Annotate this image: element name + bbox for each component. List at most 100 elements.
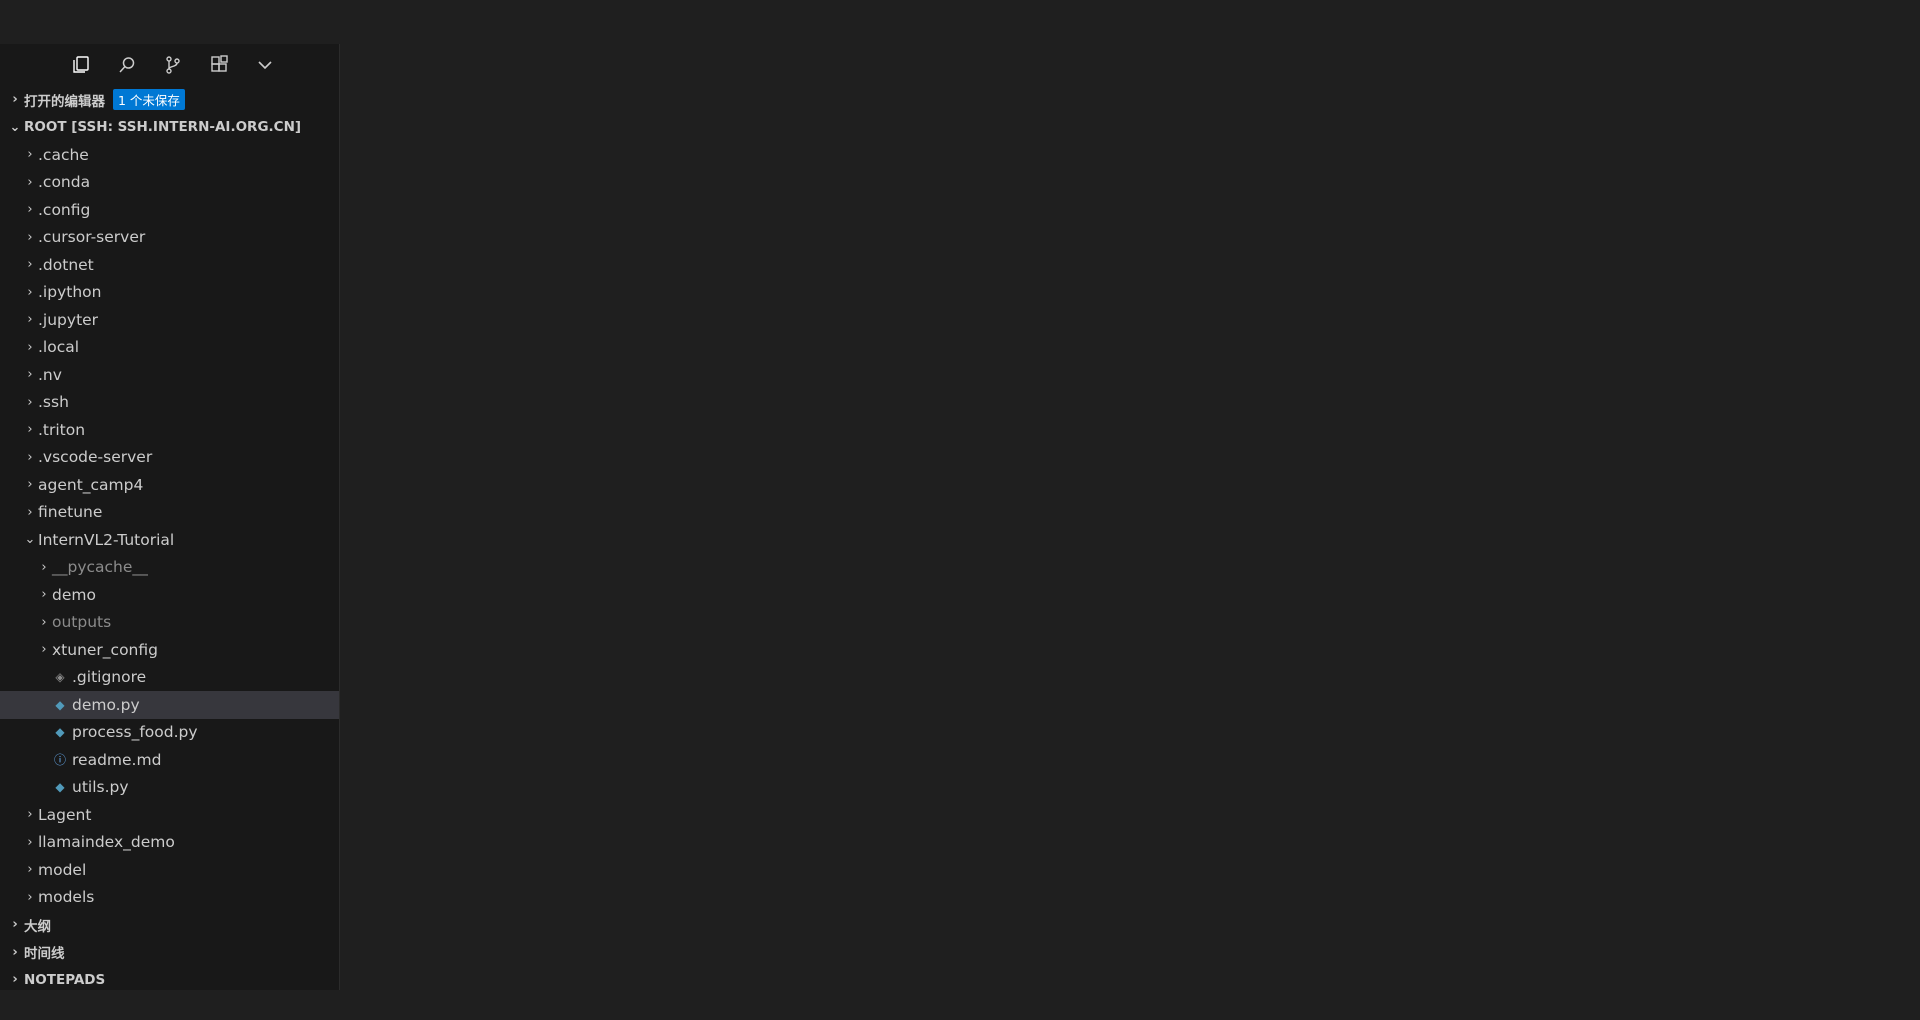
tree-item-label: .config [38,200,91,219]
folder-row[interactable]: › xtuner_config [0,636,339,664]
tree-item-label: .vscode-server [38,448,153,467]
folder-row[interactable]: › Lagent [0,801,339,829]
unsaved-badge: 1 个未保存 [113,89,185,111]
chevron-right-icon: › [27,202,33,218]
chevron-right-icon: › [12,92,18,108]
python-file-icon: ◆ [55,697,65,712]
section-outline-label: 大纲 [24,918,51,935]
folder-row[interactable]: › agent_camp4 [0,471,339,499]
folder-row[interactable]: › model [0,856,339,884]
section-notepads-label: NOTEPADS [24,971,106,988]
section-root-label: ROOT [SSH: SSH.INTERN-AI.ORG.CN] [24,119,302,136]
chevron-right-icon: › [41,587,47,603]
file-row[interactable]: ◆ utils.py [0,774,339,802]
chevron-right-icon: › [27,422,33,438]
folder-row[interactable]: ⌄ InternVL2-Tutorial [0,526,339,554]
tree-item-label: .ipython [38,283,102,302]
folder-row[interactable]: › .cache [0,141,339,169]
search-icon[interactable] [114,52,140,78]
chevron-down-icon: ⌄ [9,119,21,135]
chevron-right-icon: › [27,394,33,410]
section-notepads[interactable]: › NOTEPADS [0,966,339,990]
tree-item-label: demo.py [72,695,140,714]
tree-item-label: model [38,860,87,879]
chevron-right-icon: › [12,972,18,988]
folder-row[interactable]: › .conda [0,169,339,197]
folder-row[interactable]: › .jupyter [0,306,339,334]
chevron-right-icon: › [27,367,33,383]
tree-item-label: .cursor-server [38,228,146,247]
folder-row[interactable]: › models [0,884,339,912]
python-file-icon: ◆ [55,725,65,740]
section-timeline[interactable]: › 时间线 [0,939,339,967]
folder-row[interactable]: › .cursor-server [0,224,339,252]
chevron-right-icon: › [12,944,18,960]
tree-item-label: process_food.py [72,723,198,742]
chevron-right-icon: › [27,147,33,163]
chevron-right-icon: › [27,807,33,823]
folder-row[interactable]: › .nv [0,361,339,389]
section-root[interactable]: ⌄ ROOT [SSH: SSH.INTERN-AI.ORG.CN] [0,114,339,142]
tree-item-label: .triton [38,420,86,439]
section-open-editors-label: 打开的编辑器 [24,93,105,110]
chevron-right-icon: › [27,449,33,465]
file-tree: › .cache › .conda › .config › .cursor-server › .d… [0,141,339,911]
file-row[interactable]: ◈ .gitignore [0,664,339,692]
tree-item-label: .ssh [38,393,69,412]
sidebar-actionbar [0,44,339,86]
section-outline[interactable]: › 大纲 [0,911,339,939]
tree-item-label: models [38,888,95,907]
chevron-right-icon: › [27,174,33,190]
section-open-editors[interactable]: › 打开的编辑器 1 个未保存 [0,86,339,114]
folder-row[interactable]: › llamaindex_demo [0,829,339,857]
tree-item-label: readme.md [72,750,162,769]
chevron-right-icon: › [27,229,33,245]
explorer-icon[interactable] [68,52,94,78]
chevron-down-icon[interactable] [252,52,278,78]
tree-item-label: xtuner_config [52,640,158,659]
tree-item-label: .cache [38,145,89,164]
chevron-right-icon: › [27,312,33,328]
chevron-right-icon: › [27,862,33,878]
tree-item-label: Lagent [38,805,92,824]
folder-row[interactable]: › .triton [0,416,339,444]
folder-row[interactable]: › __pycache__ [0,554,339,582]
tree-item-label: .conda [38,173,91,192]
tree-item-label: utils.py [72,778,129,797]
file-row[interactable]: ◆ process_food.py [0,719,339,747]
explorer-sidebar: › 打开的编辑器 1 个未保存 ⌄ ROOT [SSH: SSH.INTERN-… [0,44,340,990]
folder-row[interactable]: › outputs [0,609,339,637]
tree-item-label: .gitignore [72,668,147,687]
info-icon: ⓘ [53,753,66,768]
file-row[interactable]: ⓘ readme.md [0,746,339,774]
folder-row[interactable]: › .ipython [0,279,339,307]
chevron-right-icon: › [27,834,33,850]
git-icon: ◈ [55,670,65,685]
section-timeline-label: 时间线 [24,946,65,963]
chevron-right-icon: › [27,284,33,300]
folder-row[interactable]: › .dotnet [0,251,339,279]
folder-row[interactable]: › .config [0,196,339,224]
tree-item-label: agent_camp4 [38,475,144,494]
tree-item-label: .local [38,338,80,357]
chevron-right-icon: › [27,504,33,520]
source-control-icon[interactable] [160,52,186,78]
chevron-right-icon: › [41,614,47,630]
folder-row[interactable]: › .vscode-server [0,444,339,472]
tree-item-label: llamaindex_demo [38,833,175,852]
tree-item-label: .nv [38,365,62,384]
chevron-right-icon: › [12,917,18,933]
chevron-right-icon: › [41,559,47,575]
tree-item-label: .dotnet [38,255,94,274]
folder-row[interactable]: › demo [0,581,339,609]
tree-item-label: InternVL2-Tutorial [38,530,175,549]
folder-row[interactable]: › .local [0,334,339,362]
chevron-right-icon: › [27,339,33,355]
folder-row[interactable]: › finetune [0,499,339,527]
folder-row[interactable]: › .ssh [0,389,339,417]
file-row[interactable]: ◆ demo.py [0,691,339,719]
chevron-right-icon: › [27,257,33,273]
tree-item-label: demo [52,585,96,604]
extensions-icon[interactable] [206,52,232,78]
tree-item-label: finetune [38,503,103,522]
